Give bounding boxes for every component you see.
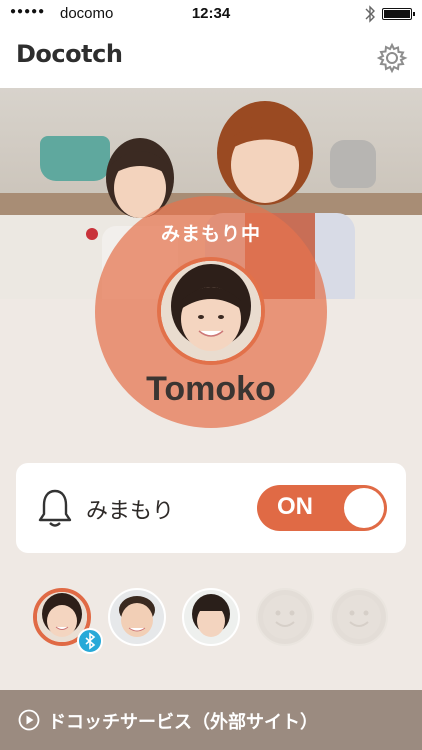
watch-status-label: みまもり中 [160,223,261,245]
bluetooth-status-icon [365,5,375,23]
status-bar: ●●●●● docomo 12:34 [0,0,422,28]
external-service-label: ドコッチサービス（外部サイト） [48,712,318,733]
member-slot-empty[interactable] [330,588,388,646]
bell-icon [38,489,72,527]
bluetooth-icon [85,632,96,650]
member-list [0,585,422,655]
watch-card: みまもり ON [16,463,406,553]
watch-toggle[interactable]: ON [257,485,387,531]
member-avatar[interactable] [182,588,240,646]
child-face-icon [161,261,261,361]
smiley-placeholder-icon [263,595,307,639]
app-logo: Docotch [16,40,123,68]
watch-label: みまもり [86,499,175,524]
child-photo [161,261,261,361]
battery-icon [382,8,415,20]
status-time: 12:34 [191,5,231,22]
bluetooth-badge [77,628,103,654]
member-face-icon [110,590,164,644]
play-circle-icon [18,709,40,731]
child-avatar[interactable] [157,257,265,365]
toggle-state-text: ON [277,493,313,520]
member-avatar[interactable] [108,588,166,646]
smiley-placeholder-icon [337,595,381,639]
external-service-link[interactable]: ドコッチサービス（外部サイト） [0,690,422,750]
toggle-knob [344,488,384,528]
child-name: Tomoko [146,370,276,408]
member-slot-empty[interactable] [256,588,314,646]
navigation-bar: Docotch [0,28,422,88]
gear-icon[interactable] [376,42,408,74]
member-face-icon [184,590,238,644]
